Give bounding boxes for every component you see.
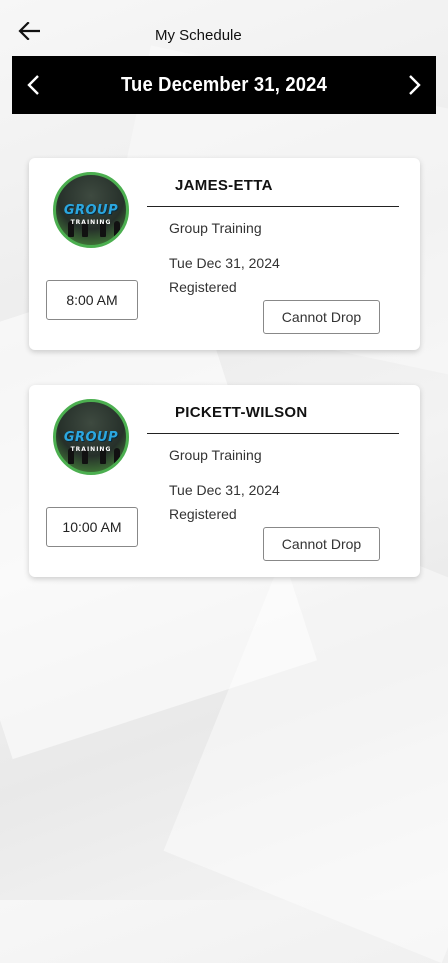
background-shape — [163, 516, 448, 963]
divider — [147, 206, 399, 207]
selected-date: Tue December 31, 2024 — [120, 73, 328, 96]
group-training-logo: GROUP TRAINING — [53, 172, 129, 248]
session-date: Tue Dec 31, 2024 — [169, 255, 280, 271]
group-training-logo: GROUP TRAINING — [53, 399, 129, 475]
chevron-right-icon — [409, 75, 421, 95]
session-type: Group Training — [169, 220, 262, 236]
registration-status: Registered — [169, 506, 237, 522]
next-day-button[interactable] — [400, 70, 430, 100]
session-time: 10:00 AM — [46, 507, 138, 547]
divider — [147, 433, 399, 434]
session-date: Tue Dec 31, 2024 — [169, 482, 280, 498]
registration-status: Registered — [169, 279, 237, 295]
chevron-left-icon — [27, 75, 39, 95]
logo-text: GROUP — [63, 203, 119, 218]
logo-text: GROUP — [63, 430, 119, 445]
cannot-drop-button[interactable]: Cannot Drop — [263, 527, 380, 561]
cannot-drop-button[interactable]: Cannot Drop — [263, 300, 380, 334]
app-header: My Schedule — [0, 0, 448, 56]
logo-subtext: TRAINING — [70, 446, 112, 453]
page-title: My Schedule — [155, 27, 242, 44]
back-button[interactable] — [12, 14, 46, 48]
session-type: Group Training — [169, 447, 262, 463]
logo-subtext: TRAINING — [70, 219, 112, 226]
session-card: GROUP TRAINING PICKETT-WILSON Group Trai… — [29, 385, 420, 577]
coach-name: PICKETT-WILSON — [175, 404, 308, 421]
previous-day-button[interactable] — [18, 70, 48, 100]
session-card: GROUP TRAINING JAMES-ETTA Group Training… — [29, 158, 420, 350]
session-time: 8:00 AM — [46, 280, 138, 320]
arrow-left-icon — [18, 22, 40, 40]
date-navigator: Tue December 31, 2024 — [12, 56, 436, 114]
coach-name: JAMES-ETTA — [175, 177, 273, 194]
